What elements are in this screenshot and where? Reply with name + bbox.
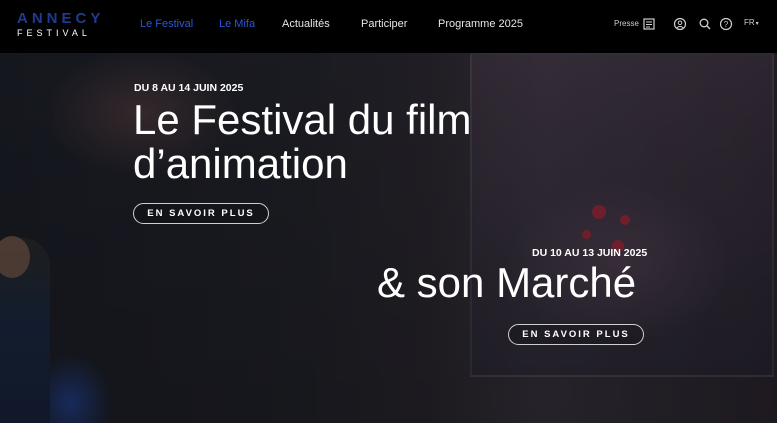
language-selector[interactable]: FR▾: [744, 18, 759, 27]
press-icon[interactable]: [642, 17, 656, 31]
nav-link-le-mifa[interactable]: Le Mifa: [219, 18, 255, 30]
market-learn-more-button[interactable]: EN SAVOIR PLUS: [508, 324, 644, 345]
festival-learn-more-button[interactable]: EN SAVOIR PLUS: [133, 203, 269, 224]
festival-logo[interactable]: ANNECY FESTIVAL: [17, 10, 101, 40]
logo-wordmark: ANNECY: [17, 10, 105, 27]
hero-banner: DU 8 AU 14 JUIN 2025 Le Festival du film…: [0, 53, 777, 423]
chevron-down-icon: ▾: [755, 21, 759, 27]
language-label: FR: [744, 18, 755, 27]
logo-subtitle: FESTIVAL: [17, 28, 91, 38]
press-link[interactable]: Presse: [614, 19, 639, 28]
top-navigation-bar: ANNECY FESTIVAL Le Festival Le Mifa Actu…: [0, 0, 777, 53]
nav-link-actualites[interactable]: Actualités: [282, 18, 330, 30]
search-icon[interactable]: [698, 17, 712, 31]
festival-dates: DU 8 AU 14 JUIN 2025: [134, 82, 244, 94]
festival-title-line1: Le Festival du film: [133, 96, 472, 143]
nav-link-participer[interactable]: Participer: [361, 18, 407, 30]
market-title: & son Marché: [377, 259, 637, 306]
festival-title-line2: d’animation: [133, 140, 348, 187]
nav-link-le-festival[interactable]: Le Festival: [140, 18, 193, 30]
help-icon[interactable]: ?: [719, 17, 733, 31]
svg-text:?: ?: [724, 20, 729, 29]
market-dates: DU 10 AU 13 JUIN 2025: [532, 247, 648, 259]
nav-link-programme[interactable]: Programme 2025: [438, 18, 523, 30]
account-icon[interactable]: [673, 17, 687, 31]
